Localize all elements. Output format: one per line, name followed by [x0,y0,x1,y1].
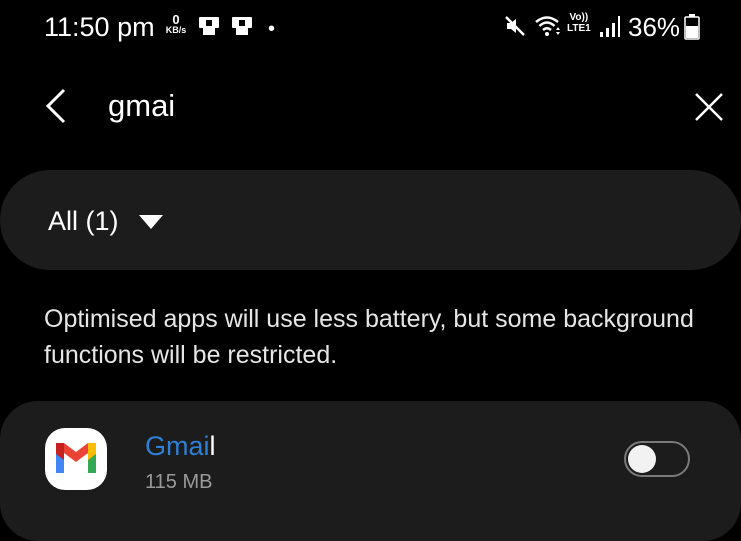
app-name-match: Gmai [145,431,210,461]
mute-icon [505,16,525,36]
status-bar: 11:50 pm 0 KB/s • Vo)) LTE1 36% [0,0,741,56]
sim-card-icon [232,17,252,35]
signal-icon [600,16,620,37]
filter-dropdown[interactable]: All (1) [0,170,741,270]
volte-top-label: Vo)) [569,12,589,23]
back-arrow-icon[interactable] [42,86,72,126]
wifi-icon [535,16,560,36]
toggle-knob [628,445,656,473]
battery-icon [684,14,700,40]
status-time: 11:50 pm [44,12,155,42]
search-input[interactable]: gmai [108,88,175,124]
optimise-toggle[interactable] [624,441,690,477]
network-speed: 0 KB/s [162,13,190,35]
app-size: 115 MB [145,471,213,493]
battery-percent: 36% [628,12,681,42]
battery-info-text: Optimised apps will use less battery, bu… [44,305,694,369]
volte-bottom-label: LTE1 [567,23,591,34]
app-name-rest: l [209,431,216,461]
sim-card-icon [199,17,219,35]
filter-label: All (1) [48,206,119,236]
close-icon[interactable] [692,90,726,124]
gmail-icon [45,428,107,490]
app-list-item[interactable]: Gmail 115 MB [0,401,741,541]
network-speed-unit: KB/s [165,25,187,35]
app-name: Gmail [145,431,216,462]
dropdown-arrow-icon [139,215,163,229]
search-header: gmai [0,70,741,142]
notification-dot-icon: • [268,18,276,40]
volte-indicator: Vo)) LTE1 [567,12,591,34]
